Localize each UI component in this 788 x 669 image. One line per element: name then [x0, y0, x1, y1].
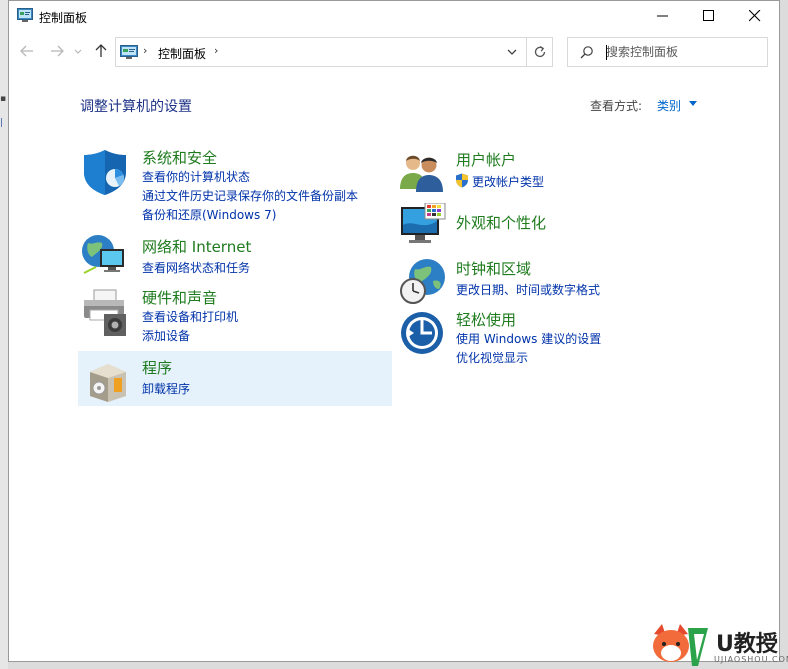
desktop-edge-mark: |	[0, 118, 4, 128]
category-link[interactable]: 卸载程序	[142, 380, 190, 397]
window-title: 控制面板	[39, 11, 88, 25]
category-network-internet: 网络和 Internet 查看网络状态和任务	[77, 233, 391, 281]
category-link[interactable]: 查看设备和打印机	[142, 308, 238, 325]
search-input[interactable]	[606, 43, 761, 61]
text-caret	[606, 45, 607, 60]
watermark-logo: U教授 UJIAOSHOU.COM	[648, 618, 788, 669]
up-arrow-icon	[95, 44, 107, 57]
category-title[interactable]: 用户帐户	[456, 149, 516, 170]
appearance-monitor-icon[interactable]	[399, 203, 447, 249]
category-appearance-personalization: 外观和个性化	[397, 201, 717, 251]
category-title[interactable]: 外观和个性化	[456, 212, 546, 233]
breadcrumb-separator-icon[interactable]: ›	[214, 44, 218, 57]
control-panel-icon	[120, 45, 138, 59]
category-link[interactable]: 通过文件历史记录保存你的文件备份副本	[142, 187, 358, 204]
close-icon	[749, 10, 761, 22]
recent-locations-button[interactable]	[73, 44, 83, 60]
category-clock-region: 时钟和区域 更改日期、时间或数字格式	[397, 255, 717, 305]
title-bar: 控制面板	[9, 1, 779, 31]
category-ease-of-access: 轻松使用 使用 Windows 建议的设置 优化视觉显示	[397, 307, 717, 367]
category-link[interactable]: 更改日期、时间或数字格式	[456, 281, 600, 298]
view-by-dropdown[interactable]: 类别	[657, 97, 681, 114]
refresh-button[interactable]	[526, 38, 553, 66]
watermark-subtext: UJIAOSHOU.COM	[714, 655, 788, 664]
forward-arrow-icon	[51, 45, 64, 57]
category-title[interactable]: 网络和 Internet	[142, 236, 251, 257]
watermark-text: U教授	[716, 632, 778, 657]
desktop-edge-mark: ▪	[0, 94, 7, 104]
up-button[interactable]	[93, 44, 109, 60]
category-title[interactable]: 系统和安全	[142, 147, 217, 168]
desktop-edge: ▪ |	[0, 0, 8, 669]
maximize-button[interactable]	[686, 1, 732, 31]
breadcrumb-control-panel[interactable]: 控制面板	[158, 45, 206, 62]
category-link[interactable]: 使用 Windows 建议的设置	[456, 330, 601, 347]
fox-logo-icon	[653, 624, 708, 666]
category-user-accounts: 用户帐户 更改帐户类型	[397, 147, 717, 195]
category-link[interactable]: 更改帐户类型	[472, 173, 544, 190]
view-by-caret-icon[interactable]	[689, 101, 697, 107]
category-title[interactable]: 轻松使用	[456, 309, 516, 330]
category-programs[interactable]: 程序 卸载程序	[78, 351, 392, 406]
control-panel-app-icon	[17, 8, 33, 22]
category-title[interactable]: 硬件和声音	[142, 287, 217, 308]
maximize-icon	[703, 10, 714, 21]
category-link[interactable]: 添加设备	[142, 327, 190, 344]
address-history-chevron-icon[interactable]	[506, 46, 518, 58]
users-icon[interactable]	[399, 151, 445, 193]
address-bar[interactable]: › 控制面板 ›	[115, 37, 553, 67]
category-link[interactable]: 查看你的计算机状态	[142, 168, 250, 185]
printer-icon[interactable]	[80, 288, 130, 338]
back-arrow-icon	[20, 45, 33, 57]
breadcrumb-separator-icon[interactable]: ›	[143, 44, 147, 57]
view-by-label: 查看方式:	[590, 99, 643, 113]
category-title[interactable]: 程序	[142, 357, 172, 378]
close-button[interactable]	[732, 1, 778, 31]
ease-of-access-icon[interactable]	[399, 310, 445, 356]
category-system-security: 系统和安全 查看你的计算机状态 通过文件历史记录保存你的文件备份副本 备份和还原…	[77, 145, 391, 225]
minimize-button[interactable]	[640, 1, 686, 31]
category-hardware-sound: 硬件和声音 查看设备和打印机 添加设备	[77, 285, 391, 345]
category-title[interactable]: 时钟和区域	[456, 258, 531, 279]
network-globe-icon[interactable]	[80, 233, 130, 279]
search-box[interactable]	[567, 37, 768, 67]
clock-globe-icon[interactable]	[399, 257, 447, 305]
category-link[interactable]: 备份和还原(Windows 7)	[142, 206, 276, 223]
category-link[interactable]: 查看网络状态和任务	[142, 259, 250, 276]
programs-box-icon[interactable]	[88, 358, 128, 402]
refresh-icon	[534, 45, 546, 58]
page-title: 调整计算机的设置	[80, 99, 192, 115]
shield-icon[interactable]	[81, 148, 129, 196]
search-icon	[580, 46, 593, 59]
control-panel-window: 控制面板 › 控制面板 › 搜索控制面板 调整计算机的设置 查看方式: 类别 系…	[8, 0, 780, 662]
forward-button[interactable]	[49, 44, 65, 60]
category-link[interactable]: 优化视觉显示	[456, 349, 528, 366]
chevron-down-icon	[74, 49, 82, 54]
minimize-icon	[657, 15, 668, 17]
uac-shield-icon	[456, 173, 468, 188]
back-button[interactable]	[19, 44, 35, 60]
